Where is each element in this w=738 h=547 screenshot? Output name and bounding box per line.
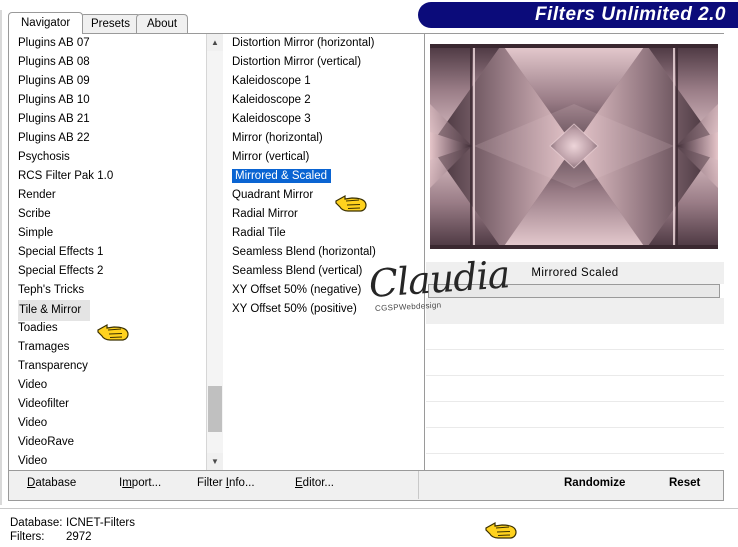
list-item[interactable]: Seamless Blend (vertical) — [224, 262, 424, 281]
preview-and-parameters-panel: Mirrored Scaled — [426, 34, 724, 470]
category-selected-label: Tile & Mirror — [18, 300, 91, 321]
list-item[interactable]: Video — [9, 376, 206, 395]
parameter-slider-trough[interactable] — [428, 284, 720, 298]
list-item[interactable]: Simple — [9, 224, 206, 243]
tab-strip: Navigator Presets About — [8, 12, 724, 34]
list-item[interactable]: Video — [9, 414, 206, 433]
menu-separator — [418, 471, 419, 499]
list-item[interactable]: Psychosis — [9, 148, 206, 167]
list-item[interactable]: VideoRave — [9, 433, 206, 452]
filter-info-button[interactable]: Filter Info... — [197, 477, 255, 489]
list-item[interactable]: Tramages — [9, 338, 206, 357]
preview-thumbnail-image — [430, 44, 718, 249]
list-item[interactable]: Special Effects 1 — [9, 243, 206, 262]
list-item[interactable]: Plugins AB 21 — [9, 110, 206, 129]
list-item[interactable]: Kaleidoscope 1 — [224, 72, 424, 91]
list-item[interactable]: Quadrant Mirror — [224, 186, 424, 205]
filters-unlimited-window: Filters Unlimited 2.0 Navigator Presets … — [0, 0, 738, 547]
status-filters-key: Filters: — [10, 531, 45, 543]
window-left-edge — [0, 10, 2, 505]
parameter-row[interactable] — [426, 350, 724, 376]
filter-selected-label: Mirrored & Scaled — [232, 169, 332, 183]
filter-preview[interactable] — [430, 44, 718, 249]
filter-list[interactable]: Distortion Mirror (horizontal) Distortio… — [224, 34, 425, 470]
parameter-title: Mirrored Scaled — [426, 262, 724, 284]
tab-navigator[interactable]: Navigator — [8, 12, 84, 34]
list-item[interactable]: Seamless Blend (horizontal) — [224, 243, 424, 262]
status-database-value: ICNET-Filters — [66, 517, 135, 529]
list-item[interactable]: Special Effects 2 — [9, 262, 206, 281]
category-item-tile-and-mirror[interactable]: Tile & Mirror — [9, 300, 206, 321]
list-item[interactable]: Radial Tile — [224, 224, 424, 243]
tab-about[interactable]: About — [136, 14, 189, 33]
editor-button[interactable]: Editor... — [295, 477, 334, 489]
list-item[interactable]: Mirror (vertical) — [224, 148, 424, 167]
list-item[interactable]: Distortion Mirror (vertical) — [224, 53, 424, 72]
parameter-rows — [426, 324, 724, 470]
list-item[interactable]: Toadies — [9, 319, 206, 338]
list-item[interactable]: Video — [9, 452, 206, 470]
parameter-row[interactable] — [426, 454, 724, 470]
scroll-down-arrow-icon[interactable]: ▼ — [207, 453, 223, 470]
randomize-button[interactable]: Randomize — [564, 477, 625, 489]
parameter-row[interactable] — [426, 324, 724, 350]
list-item[interactable]: Transparency — [9, 357, 206, 376]
list-item[interactable]: XY Offset 50% (positive) — [224, 300, 424, 319]
parameter-row[interactable] — [426, 402, 724, 428]
list-item[interactable]: Kaleidoscope 2 — [224, 91, 424, 110]
status-bar: Database:ICNET-Filters Filters:2972 Appl… — [0, 508, 738, 547]
scrollbar-thumb[interactable] — [208, 386, 222, 432]
tab-presets-label: Presets — [91, 18, 130, 30]
import-button[interactable]: Import... — [119, 477, 161, 489]
list-item[interactable]: Radial Mirror — [224, 205, 424, 224]
list-item[interactable]: Kaleidoscope 3 — [224, 110, 424, 129]
list-item[interactable]: Distortion Mirror (horizontal) — [224, 34, 424, 53]
list-item[interactable]: Videofilter — [9, 395, 206, 414]
parameter-row[interactable] — [426, 376, 724, 402]
database-button[interactable]: Database — [27, 477, 76, 489]
list-item[interactable]: Teph's Tricks — [9, 281, 206, 300]
list-item[interactable]: Mirror (horizontal) — [224, 129, 424, 148]
list-item[interactable]: Scribe — [9, 205, 206, 224]
scroll-up-arrow-icon[interactable]: ▲ — [207, 34, 223, 51]
filter-item-mirrored-and-scaled[interactable]: Mirrored & Scaled — [224, 167, 424, 186]
list-item[interactable]: Plugins AB 09 — [9, 72, 206, 91]
list-item[interactable]: Render — [9, 186, 206, 205]
category-list[interactable]: Plugins AB 07 Plugins AB 08 Plugins AB 0… — [9, 34, 206, 470]
tab-about-label: About — [147, 18, 178, 30]
list-item[interactable]: Plugins AB 08 — [9, 53, 206, 72]
tab-presets[interactable]: Presets — [80, 14, 141, 33]
list-item[interactable]: Plugins AB 10 — [9, 91, 206, 110]
action-menu-bar: Database Import... Filter Info... Editor… — [8, 471, 724, 501]
status-database: Database: ICNET-Filters — [10, 517, 135, 529]
tab-navigator-label: Navigator — [21, 17, 71, 29]
status-filters: Filters: 2972 — [10, 531, 92, 543]
parameter-header-fill — [426, 298, 724, 324]
status-database-key: Database: — [10, 517, 63, 529]
list-item[interactable]: Plugins AB 07 — [9, 34, 206, 53]
status-filters-value: 2972 — [66, 531, 92, 543]
list-item[interactable]: RCS Filter Pak 1.0 — [9, 167, 206, 186]
parameter-area: Mirrored Scaled — [426, 262, 724, 470]
navigator-panel: Plugins AB 07 Plugins AB 08 Plugins AB 0… — [8, 33, 724, 471]
reset-button[interactable]: Reset — [669, 477, 700, 489]
parameter-row[interactable] — [426, 428, 724, 454]
list-item[interactable]: XY Offset 50% (negative) — [224, 281, 424, 300]
category-scrollbar[interactable]: ▲ ▼ — [206, 34, 223, 470]
list-item[interactable]: Plugins AB 22 — [9, 129, 206, 148]
